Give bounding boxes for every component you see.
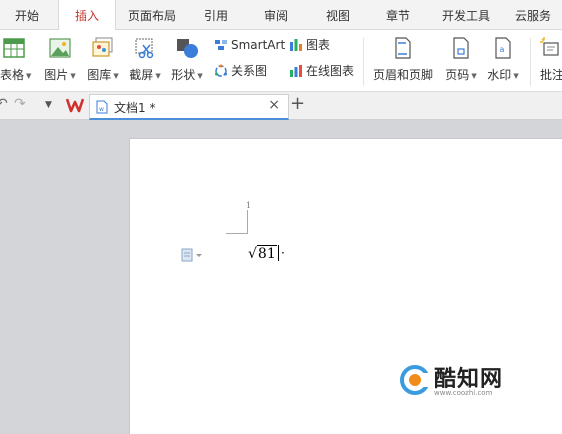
screenshot-button[interactable]: 截屏 ▼ (124, 36, 166, 88)
svg-text:w: w (99, 106, 104, 113)
undo-icon[interactable]: ↶ (0, 96, 8, 112)
table-label: 表格 (0, 68, 25, 82)
watermark-button[interactable]: a 水印 ▼ (482, 36, 524, 88)
chevron-down-icon: ▼ (513, 71, 519, 80)
tab-review[interactable]: 审阅 (250, 0, 302, 30)
ribbon-separator (363, 38, 364, 86)
text-cursor (277, 245, 279, 261)
chevron-down-icon: ▼ (70, 71, 76, 80)
relation-icon (215, 64, 227, 77)
redo-icon[interactable]: ↷ (14, 96, 26, 112)
smartart-icon (215, 40, 227, 50)
coozhi-logo-icon (400, 365, 430, 395)
comment-button[interactable]: 批注 (536, 36, 562, 88)
chevron-down-icon: ▼ (155, 71, 161, 80)
online-chart-button[interactable]: 在线图表 (289, 62, 354, 80)
shapes-icon (177, 39, 198, 58)
document-page[interactable]: 1 √81 · 酷知网 www.coozhi.com (129, 138, 562, 434)
online-chart-icon (290, 65, 302, 77)
document-icon: w (96, 100, 108, 114)
tab-developer[interactable]: 开发工具 (432, 0, 500, 30)
svg-text:a: a (500, 45, 505, 54)
quick-access-dropdown-icon[interactable]: ▼ (45, 100, 52, 110)
screenshot-label: 截屏 (129, 68, 154, 82)
scissors-icon (135, 38, 154, 59)
shapes-label: 形状 (171, 68, 196, 82)
table-icon (3, 38, 25, 58)
close-icon[interactable]: × (268, 97, 280, 113)
shapes-button[interactable]: 形状 ▼ (166, 36, 208, 88)
comment-label: 批注 (540, 68, 562, 82)
ribbon-toolbar: 表格 ▼ 图片 ▼ 图库 ▼ 截屏 ▼ 形状 ▼ SmartArt 关系图 图表… (0, 30, 562, 92)
menu-bar: 开始 插入 页面布局 引用 审阅 视图 章节 开发工具 云服务 (0, 0, 562, 31)
relation-chart-button[interactable]: 关系图 (214, 62, 267, 80)
chart-label: 图表 (306, 38, 331, 52)
picture-button[interactable]: 图片 ▼ (38, 36, 82, 88)
header-footer-label: 页眉和页脚 (372, 68, 433, 82)
header-footer-icon (395, 37, 411, 59)
paragraph-mark: · (281, 246, 285, 260)
smartart-button[interactable]: SmartArt (214, 36, 285, 54)
bar-chart-icon (290, 39, 302, 51)
online-chart-label: 在线图表 (306, 64, 355, 78)
tab-chapter[interactable]: 章节 (372, 0, 424, 30)
coozhi-watermark: 酷知网 www.coozhi.com (400, 361, 550, 401)
margin-corner-mark (226, 210, 248, 234)
header-footer-button[interactable]: 页眉和页脚 (370, 36, 436, 88)
chevron-down-icon: ▼ (197, 71, 203, 80)
document-tab-title: 文档1 * (114, 101, 156, 115)
tab-home[interactable]: 开始 (0, 0, 54, 30)
wps-logo-icon[interactable] (65, 96, 85, 114)
math-formula[interactable]: √81 (248, 245, 279, 265)
picture-label: 图片 (44, 68, 69, 82)
watermark-icon: a (495, 37, 511, 59)
tab-view[interactable]: 视图 (312, 0, 364, 30)
document-tab[interactable]: w 文档1 * × (89, 94, 289, 120)
formula-radicand: 81 (256, 245, 277, 262)
page-number-icon (453, 37, 469, 59)
watermark-label: 水印 (487, 68, 512, 82)
chart-button[interactable]: 图表 (289, 36, 330, 54)
picture-icon (49, 38, 71, 58)
add-tab-button[interactable]: + (290, 93, 305, 114)
tab-insert[interactable]: 插入 (58, 0, 116, 31)
chevron-down-icon: ▼ (471, 71, 477, 80)
ribbon-separator (530, 38, 531, 86)
page-number-button[interactable]: 页码 ▼ (440, 36, 482, 88)
gallery-button[interactable]: 图库 ▼ (82, 36, 124, 88)
smartart-label: SmartArt (231, 38, 286, 52)
page-number-label: 页码 (445, 68, 470, 82)
tab-references[interactable]: 引用 (190, 0, 242, 30)
relation-label: 关系图 (231, 64, 268, 78)
document-tab-bar: ↶ ↷ ▼ w 文档1 * × + (0, 92, 562, 120)
table-button[interactable]: 表格 ▼ (0, 36, 34, 88)
paste-options-icon[interactable] (180, 247, 204, 263)
gallery-icon (92, 37, 113, 57)
coozhi-url: www.coozhi.com (434, 389, 493, 397)
page-number-text: 1 (246, 201, 252, 210)
tab-cloud[interactable]: 云服务 (504, 0, 562, 30)
gallery-label: 图库 (87, 68, 112, 82)
radical-sign: √ (248, 246, 257, 262)
comment-icon (540, 37, 559, 56)
tab-page-layout[interactable]: 页面布局 (118, 0, 186, 30)
chevron-down-icon: ▼ (113, 71, 119, 80)
chevron-down-icon: ▼ (26, 71, 32, 80)
